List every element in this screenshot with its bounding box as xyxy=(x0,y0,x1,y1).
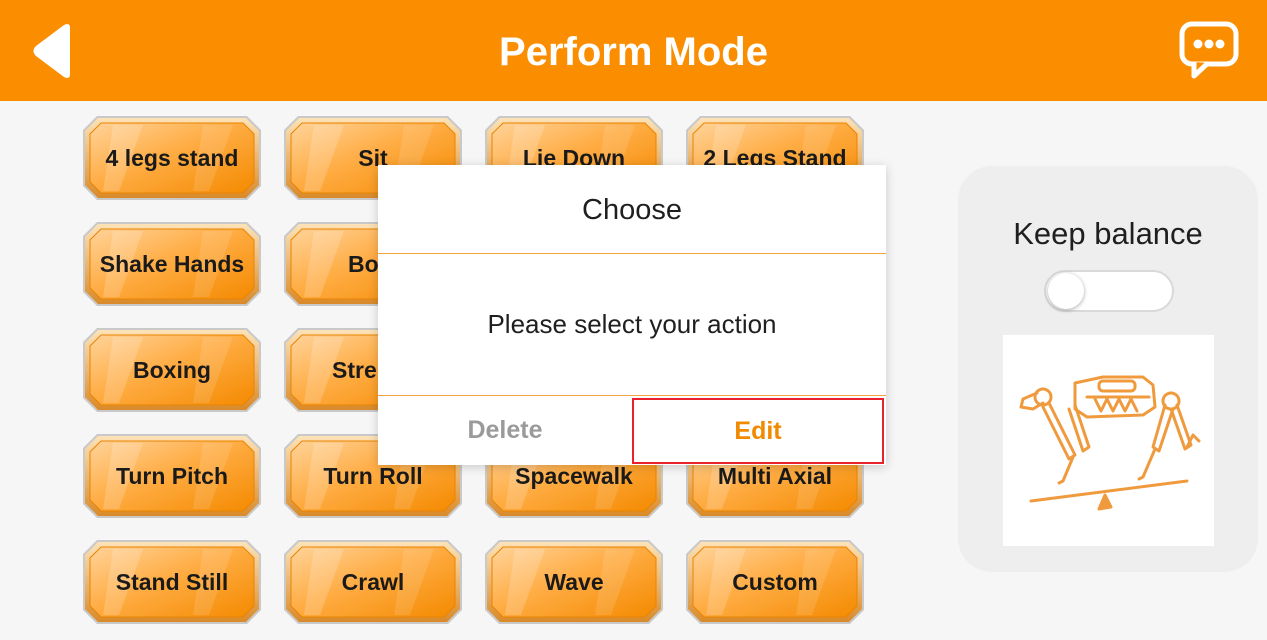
action-label: Crawl xyxy=(341,568,405,595)
action-button-wave[interactable]: Wave xyxy=(485,540,663,624)
choose-dialog: Choose Please select your action Delete … xyxy=(378,165,886,465)
action-label: Turn Pitch xyxy=(115,462,228,489)
delete-button[interactable]: Delete xyxy=(378,396,632,465)
action-label: 4 legs stand xyxy=(105,144,239,171)
action-button-stand-still[interactable]: Stand Still xyxy=(83,540,261,624)
action-label: Custom xyxy=(732,568,818,595)
dialog-title: Choose xyxy=(582,194,682,226)
action-label: Stand Still xyxy=(115,568,229,595)
action-button-custom[interactable]: Custom xyxy=(686,540,864,624)
toggle-knob xyxy=(1048,273,1084,309)
edit-button[interactable]: Edit xyxy=(632,398,884,464)
action-label: Shake Hands xyxy=(99,250,245,277)
keep-balance-toggle[interactable] xyxy=(1044,270,1174,312)
chat-bubble-icon[interactable] xyxy=(1178,20,1240,80)
keep-balance-panel: Keep balance xyxy=(958,166,1258,572)
action-button-boxing[interactable]: Boxing xyxy=(83,328,261,412)
dialog-message: Please select your action xyxy=(487,309,777,339)
action-button-crawl[interactable]: Crawl xyxy=(284,540,462,624)
action-button-turn-pitch[interactable]: Turn Pitch xyxy=(83,434,261,518)
action-label: Boxing xyxy=(133,356,211,383)
action-button-4-legs-stand[interactable]: 4 legs stand xyxy=(83,116,261,200)
action-button-shake-hands[interactable]: Shake Hands xyxy=(83,222,261,306)
robot-dog-balance-icon xyxy=(1003,335,1214,546)
dialog-divider xyxy=(378,253,886,254)
keep-balance-label: Keep balance xyxy=(1013,216,1203,251)
action-label: Wave xyxy=(544,568,604,595)
